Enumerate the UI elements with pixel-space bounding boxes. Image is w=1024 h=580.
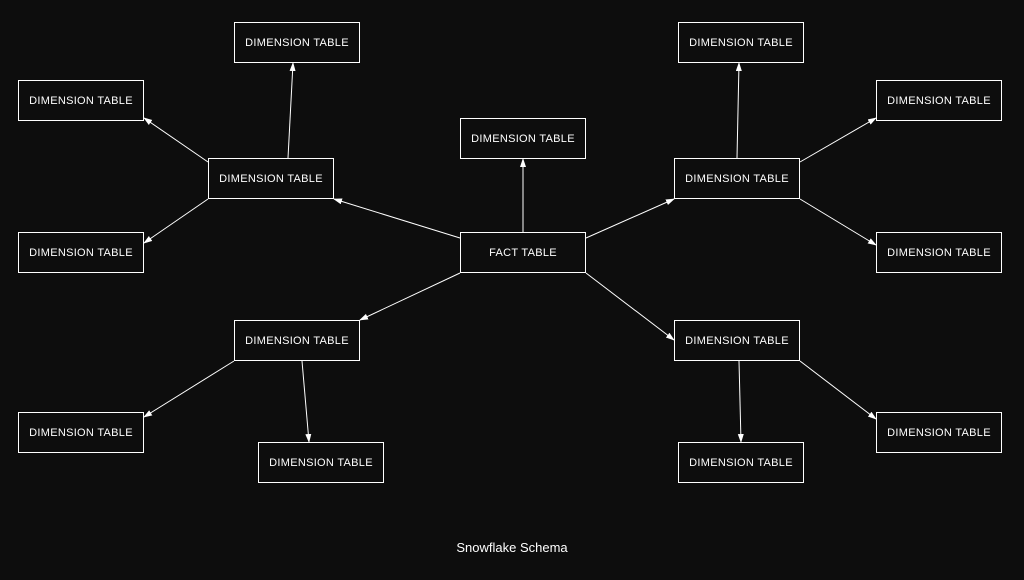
box-label-dim_tr_up: DIMENSION TABLE [689, 37, 793, 49]
connector-tr_to_up [737, 63, 739, 158]
box-dim_bl_down: DIMENSION TABLE [258, 442, 384, 483]
box-label-dim_br_right: DIMENSION TABLE [887, 427, 991, 439]
box-dim_br: DIMENSION TABLE [674, 320, 800, 361]
diagram-title: Snowflake Schema [456, 540, 567, 555]
box-label-dim_br_down: DIMENSION TABLE [689, 457, 793, 469]
box-label-dim_tr_right1: DIMENSION TABLE [887, 95, 991, 107]
box-dim_br_down: DIMENSION TABLE [678, 442, 804, 483]
box-label-dim_tl_left1: DIMENSION TABLE [29, 95, 133, 107]
box-label-dim_bl_left: DIMENSION TABLE [29, 427, 133, 439]
box-dim_br_right: DIMENSION TABLE [876, 412, 1002, 453]
box-label-dim_br: DIMENSION TABLE [685, 335, 789, 347]
box-dim_tl: DIMENSION TABLE [208, 158, 334, 199]
connector-fact_to_tr [586, 199, 674, 238]
connector-tl_to_up [288, 63, 293, 158]
box-dim_bl_left: DIMENSION TABLE [18, 412, 144, 453]
box-label-fact: FACT TABLE [489, 247, 557, 259]
connector-tr_to_right1 [800, 118, 876, 162]
box-dim_tl_left1: DIMENSION TABLE [18, 80, 144, 121]
box-dim_tl_left2: DIMENSION TABLE [18, 232, 144, 273]
connector-lines [0, 0, 1024, 580]
connector-br_to_right [800, 361, 876, 419]
box-dim_tr_right2: DIMENSION TABLE [876, 232, 1002, 273]
box-label-dim_tr: DIMENSION TABLE [685, 173, 789, 185]
box-dim_top_center: DIMENSION TABLE [460, 118, 586, 159]
box-label-dim_tr_right2: DIMENSION TABLE [887, 247, 991, 259]
connector-tl_to_left2 [144, 199, 208, 243]
connector-tl_to_left1 [144, 118, 208, 162]
box-dim_tr_up: DIMENSION TABLE [678, 22, 804, 63]
box-fact: FACT TABLE [460, 232, 586, 273]
box-dim_bl: DIMENSION TABLE [234, 320, 360, 361]
connector-bl_to_down [302, 361, 309, 442]
connector-fact_to_tl [334, 199, 460, 238]
box-dim_tr: DIMENSION TABLE [674, 158, 800, 199]
box-label-dim_tl_up: DIMENSION TABLE [245, 37, 349, 49]
box-dim_tr_right1: DIMENSION TABLE [876, 80, 1002, 121]
connector-tr_to_right2 [800, 199, 876, 245]
box-label-dim_top_center: DIMENSION TABLE [471, 133, 575, 145]
box-label-dim_tl_left2: DIMENSION TABLE [29, 247, 133, 259]
connector-fact_to_br [586, 273, 674, 340]
box-dim_tl_up: DIMENSION TABLE [234, 22, 360, 63]
connector-fact_to_bl [360, 273, 460, 320]
box-label-dim_tl: DIMENSION TABLE [219, 173, 323, 185]
box-label-dim_bl_down: DIMENSION TABLE [269, 457, 373, 469]
box-label-dim_bl: DIMENSION TABLE [245, 335, 349, 347]
connector-bl_to_left [144, 361, 234, 417]
connector-br_to_down [739, 361, 741, 442]
